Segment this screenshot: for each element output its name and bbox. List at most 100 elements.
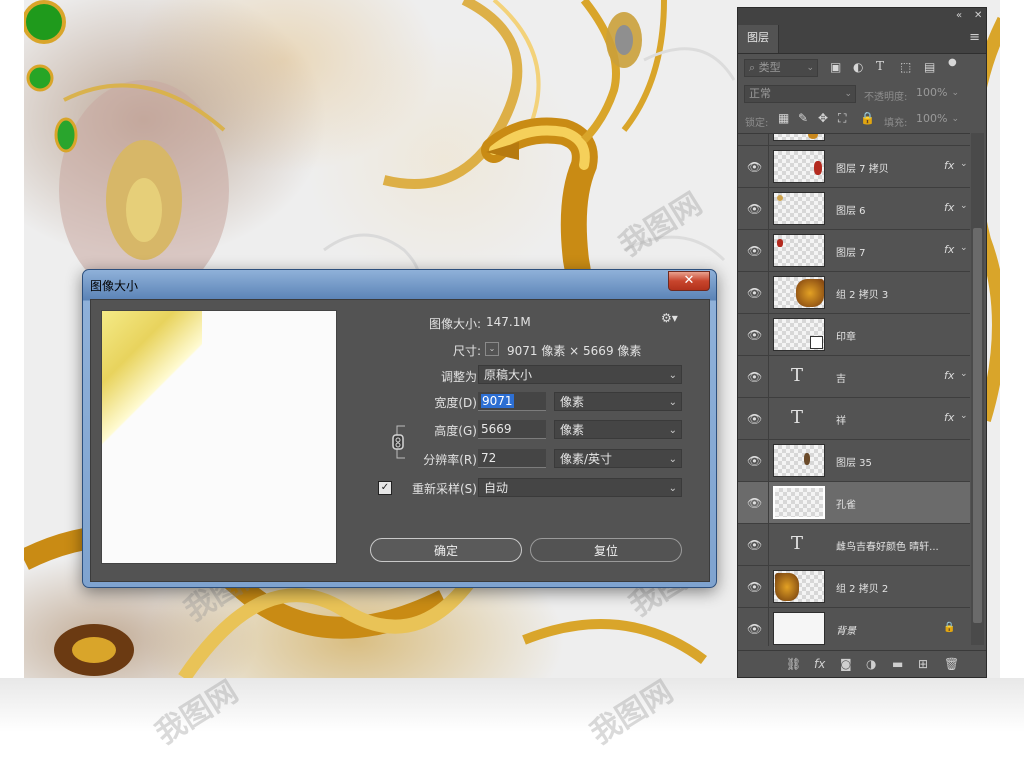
eye-icon[interactable]: 👁: [747, 202, 762, 216]
layer-name[interactable]: 印章: [836, 328, 856, 343]
lock-all-icon[interactable]: 🔒: [860, 111, 875, 125]
eye-icon[interactable]: 👁: [747, 244, 762, 258]
eye-icon[interactable]: 👁: [747, 412, 762, 426]
eye-icon[interactable]: 👁: [747, 160, 762, 174]
layer-name[interactable]: 祥: [836, 412, 846, 427]
chevron-down-icon: ⌄: [951, 114, 959, 124]
adjustment-layer-icon[interactable]: ◑: [866, 657, 876, 671]
chevron-down-icon[interactable]: ⌄: [960, 411, 968, 421]
resample-select[interactable]: 自动 ⌄: [478, 478, 682, 497]
width-input[interactable]: 9071: [478, 392, 546, 411]
panel-topbar[interactable]: « ✕: [738, 8, 986, 25]
eye-icon[interactable]: 👁: [747, 538, 762, 552]
tab-layers[interactable]: 图层: [738, 25, 779, 53]
layer-row-poem[interactable]: 👁 T 雌鸟吉春好颜色 晴轩...: [738, 524, 970, 566]
lock-artboard-icon[interactable]: ⛶: [838, 111, 846, 126]
width-unit-select[interactable]: 像素 ⌄: [554, 392, 682, 411]
fx-icon[interactable]: fx: [944, 243, 954, 256]
layer-name[interactable]: 图层 7 拷贝: [836, 160, 889, 175]
fit-to-select[interactable]: 原稿大小 ⌄: [478, 365, 682, 384]
new-layer-icon[interactable]: ⊞: [918, 657, 928, 671]
pixel-filter-icon[interactable]: ▣: [830, 60, 841, 74]
layer-row-seal[interactable]: 👁 印章: [738, 314, 970, 356]
layer-row-peacock[interactable]: 👁 孔雀: [738, 482, 970, 524]
fx-icon[interactable]: fx: [944, 411, 954, 424]
smart-object-filter-icon[interactable]: ▤: [924, 60, 935, 74]
layer-name[interactable]: 孔雀: [836, 496, 856, 511]
fit-to-label: 调整为:: [440, 370, 481, 384]
image-size-label: 图像大小:: [428, 317, 481, 331]
layer-row-group2-copy2[interactable]: 👁 组 2 拷贝 2: [738, 566, 970, 608]
layer-thumbnail: [773, 486, 825, 519]
layer-row-xiang[interactable]: 👁 T 祥 fx ⌄: [738, 398, 970, 440]
layer-name[interactable]: 图层 35: [836, 454, 872, 469]
collapse-icon[interactable]: «: [956, 10, 962, 21]
layer-name[interactable]: 背景: [836, 622, 856, 637]
eye-icon[interactable]: 👁: [747, 580, 762, 594]
dimensions-unit-dropdown-icon[interactable]: ⌄: [485, 342, 499, 356]
height-unit-select[interactable]: 像素 ⌄: [554, 420, 682, 439]
height-value: 5669: [481, 422, 512, 436]
eye-icon[interactable]: 👁: [747, 454, 762, 468]
ok-button[interactable]: 确定: [370, 538, 522, 562]
reset-button[interactable]: 复位: [530, 538, 682, 562]
layer-row-partial[interactable]: [738, 134, 970, 146]
chevron-down-icon[interactable]: ⌄: [960, 201, 968, 211]
layer-name[interactable]: 图层 6: [836, 202, 866, 217]
layers-scrollbar[interactable]: [971, 133, 984, 645]
layer-row-group2-copy3[interactable]: 👁 组 2 拷贝 3: [738, 272, 970, 314]
layer-row-layer35[interactable]: 👁 图层 35: [738, 440, 970, 482]
opacity-input[interactable]: 100% ⌄: [912, 85, 962, 103]
add-mask-icon[interactable]: ◙: [840, 657, 852, 671]
lock-transparent-icon[interactable]: ▦: [778, 111, 789, 125]
opacity-label: 不透明度:: [864, 92, 908, 103]
gear-icon[interactable]: ⚙▾: [661, 311, 678, 325]
close-button[interactable]: ✕: [668, 271, 710, 291]
eye-icon[interactable]: 👁: [747, 370, 762, 384]
row-divider: [768, 356, 769, 398]
filter-toggle-icon[interactable]: ●: [948, 57, 957, 68]
layer-row-background[interactable]: 👁 背景 🔒: [738, 608, 970, 646]
lock-position-icon[interactable]: ✥: [818, 111, 828, 125]
eye-icon[interactable]: 👁: [747, 328, 762, 342]
close-icon[interactable]: ✕: [974, 10, 982, 21]
layer-row-layer6[interactable]: 👁 图层 6 fx ⌄: [738, 188, 970, 230]
lock-pixels-icon[interactable]: ✎: [798, 111, 808, 125]
image-preview[interactable]: [101, 310, 337, 564]
eye-icon[interactable]: 👁: [747, 622, 762, 636]
fill-input[interactable]: 100% ⌄: [912, 111, 962, 129]
layer-name[interactable]: 组 2 拷贝 3: [836, 286, 888, 301]
link-layers-icon[interactable]: ⛓: [786, 657, 801, 671]
dialog-titlebar[interactable]: 图像大小 ✕: [83, 270, 716, 298]
chevron-down-icon[interactable]: ⌄: [960, 243, 968, 253]
resolution-unit-select[interactable]: 像素/英寸 ⌄: [554, 449, 682, 468]
layer-name[interactable]: 吉: [836, 370, 846, 385]
add-style-icon[interactable]: fx: [814, 657, 825, 671]
shape-filter-icon[interactable]: ⬚: [900, 60, 911, 74]
layer-thumbnail: [773, 134, 825, 141]
filter-row: ⌕ 类型 ⌄ ▣ ◐ T ⬚ ▤ ●: [738, 55, 986, 81]
chevron-down-icon[interactable]: ⌄: [960, 159, 968, 169]
layer-name[interactable]: 组 2 拷贝 2: [836, 580, 888, 595]
layer-name[interactable]: 图层 7: [836, 244, 866, 259]
scrollbar-thumb[interactable]: [973, 228, 982, 623]
resolution-input[interactable]: 72: [478, 449, 546, 468]
type-filter-icon[interactable]: T: [876, 59, 884, 73]
layer-row-layer7[interactable]: 👁 图层 7 fx ⌄: [738, 230, 970, 272]
eye-icon[interactable]: 👁: [747, 496, 762, 510]
blend-mode-select[interactable]: 正常 ⌄: [744, 85, 856, 103]
fx-icon[interactable]: fx: [944, 159, 954, 172]
layer-row-ji[interactable]: 👁 T 吉 fx ⌄: [738, 356, 970, 398]
new-group-icon[interactable]: ▬: [892, 657, 903, 671]
eye-icon[interactable]: 👁: [747, 286, 762, 300]
height-input[interactable]: 5669: [478, 420, 546, 439]
trash-icon[interactable]: 🗑: [944, 657, 959, 671]
panel-menu-icon[interactable]: ≡: [969, 30, 980, 45]
layer-row-layer7-copy[interactable]: 👁 图层 7 拷贝 fx ⌄: [738, 146, 970, 188]
fx-icon[interactable]: fx: [944, 201, 954, 214]
fx-icon[interactable]: fx: [944, 369, 954, 382]
adjustment-filter-icon[interactable]: ◐: [853, 60, 863, 74]
layer-name[interactable]: 雌鸟吉春好颜色 晴轩...: [836, 538, 939, 553]
chevron-down-icon[interactable]: ⌄: [960, 369, 968, 379]
filter-kind-select[interactable]: ⌕ 类型 ⌄: [744, 59, 818, 77]
